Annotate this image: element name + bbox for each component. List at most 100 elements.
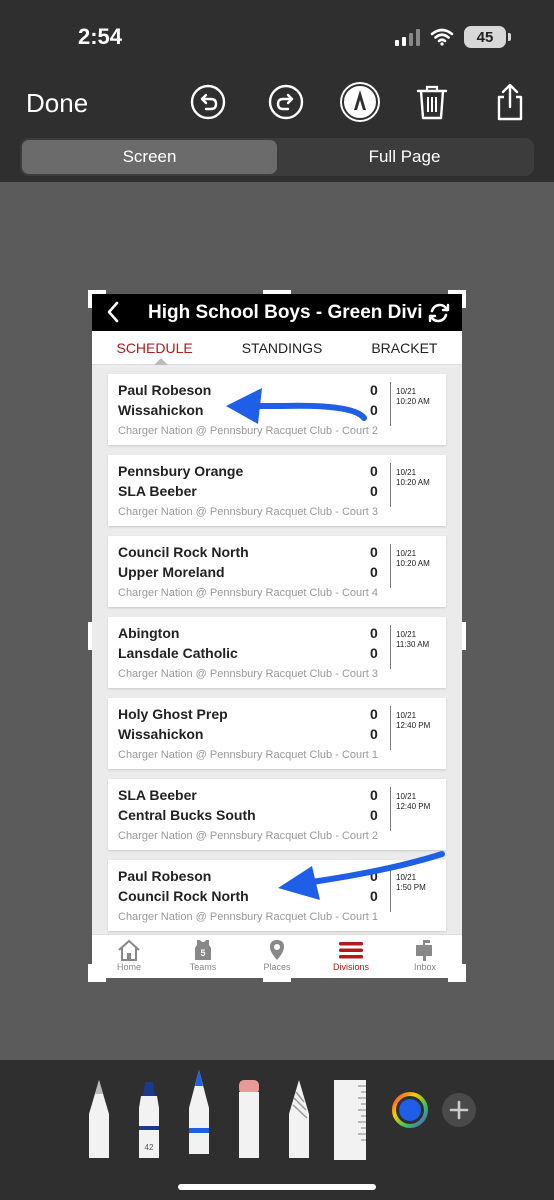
game-card[interactable]: Pennsbury Orange SLA Beeber 0 0 10/21 10:…	[108, 455, 446, 526]
score-2: 0	[370, 402, 378, 418]
home-icon	[118, 939, 140, 961]
app-header: High School Boys - Green Divi	[92, 294, 462, 331]
game-datetime: 10/21 12:40 PM	[396, 792, 430, 812]
done-button[interactable]: Done	[26, 88, 88, 119]
team-1: Holy Ghost Prep	[118, 706, 228, 722]
game-time: 10:20 AM	[396, 397, 430, 406]
game-datetime: 10/21 10:20 AM	[396, 387, 430, 407]
lasso-tool-icon[interactable]	[284, 1078, 314, 1158]
pen-tool-icon[interactable]	[84, 1078, 114, 1158]
score-2: 0	[370, 807, 378, 823]
crop-handle-bottom-right[interactable]	[462, 964, 466, 982]
divider	[390, 868, 391, 912]
bottom-nav: Home 5 Teams Places Divisions Inbox	[92, 934, 462, 978]
eraser-tool-icon[interactable]	[234, 1078, 264, 1158]
game-time: 11:30 AM	[396, 640, 430, 649]
game-datetime: 10/21 10:20 AM	[396, 549, 430, 569]
game-date: 10/21	[396, 792, 417, 801]
nav-label: Teams	[189, 962, 217, 972]
back-chevron-icon[interactable]	[106, 301, 120, 323]
team-2: SLA Beeber	[118, 483, 197, 499]
nav-badge: 5	[200, 948, 205, 958]
game-datetime: 10/21 12:40 PM	[396, 711, 430, 731]
jersey-icon: 5	[195, 940, 211, 960]
capture-mode-segmented-control: Screen Full Page	[20, 138, 534, 176]
tab-schedule[interactable]: SCHEDULE	[116, 340, 192, 356]
pencil-tool-icon[interactable]	[184, 1068, 214, 1154]
crop-handle-right[interactable]	[462, 622, 466, 650]
divider	[390, 463, 391, 507]
game-time: 12:40 PM	[396, 721, 431, 730]
nav-label: Divisions	[332, 962, 369, 972]
marker-tool-icon[interactable]: 42	[134, 1078, 164, 1158]
nav-home[interactable]: Home	[99, 935, 159, 978]
divider	[390, 544, 391, 588]
team-1: Pennsbury Orange	[118, 463, 244, 479]
markup-pen-icon[interactable]	[338, 80, 382, 124]
divider	[390, 787, 391, 831]
nav-divisions[interactable]: Divisions	[321, 935, 381, 978]
game-card[interactable]: Council Rock North Upper Moreland 0 0 10…	[108, 536, 446, 607]
segment-screen[interactable]: Screen	[22, 140, 277, 174]
map-pin-icon	[270, 940, 284, 960]
game-datetime: 10/21 11:30 AM	[396, 630, 429, 650]
game-card[interactable]: Holy Ghost Prep Wissahickon 0 0 10/21 12:…	[108, 698, 446, 769]
game-date: 10/21	[396, 630, 417, 639]
game-date: 10/21	[396, 711, 417, 720]
nav-places[interactable]: Places	[247, 935, 307, 978]
crop-handle-left[interactable]	[88, 622, 92, 650]
share-icon[interactable]	[490, 82, 530, 122]
segment-full-page[interactable]: Full Page	[277, 140, 532, 174]
crop-handle-top[interactable]	[263, 290, 291, 294]
divider	[390, 382, 391, 426]
refresh-icon[interactable]	[428, 302, 450, 324]
nav-inbox[interactable]: Inbox	[395, 935, 455, 978]
menu-icon	[339, 942, 363, 959]
markup-tool-tray: 42	[0, 1060, 554, 1200]
score-1: 0	[370, 706, 378, 722]
nav-label: Places	[263, 962, 291, 972]
tab-standings[interactable]: STANDINGS	[242, 340, 323, 356]
crop-handle-top-right[interactable]	[462, 290, 466, 308]
undo-icon[interactable]	[188, 82, 228, 122]
score-2: 0	[370, 483, 378, 499]
game-date: 10/21	[396, 549, 417, 558]
game-list: Paul Robeson Wissahickon 0 0 10/21 10:20 …	[92, 365, 462, 931]
game-venue: Charger Nation @ Pennsbury Racquet Club …	[118, 749, 379, 761]
tab-bracket[interactable]: BRACKET	[371, 340, 437, 356]
team-2: Central Bucks South	[118, 807, 256, 823]
nav-label: Inbox	[413, 962, 437, 972]
trash-icon[interactable]	[412, 82, 452, 122]
ruler-tool-icon[interactable]	[332, 1080, 366, 1160]
redo-icon[interactable]	[266, 82, 306, 122]
score-1: 0	[370, 544, 378, 560]
score-1: 0	[370, 868, 378, 884]
game-date: 10/21	[396, 468, 417, 477]
game-venue: Charger Nation @ Pennsbury Racquet Club …	[118, 587, 379, 599]
home-indicator	[178, 1184, 376, 1190]
crop-handle-top-left[interactable]	[88, 290, 92, 308]
team-1: Paul Robeson	[118, 868, 212, 884]
mailbox-icon	[416, 940, 432, 961]
game-venue: Charger Nation @ Pennsbury Racquet Club …	[118, 425, 379, 437]
game-venue: Charger Nation @ Pennsbury Racquet Club …	[118, 506, 379, 518]
color-picker-icon[interactable]	[392, 1092, 428, 1128]
add-tool-icon[interactable]	[441, 1092, 477, 1128]
game-date: 10/21	[396, 873, 417, 882]
wifi-icon	[430, 28, 454, 46]
game-card[interactable]: SLA Beeber Central Bucks South 0 0 10/21…	[108, 779, 446, 850]
game-card[interactable]: Paul Robeson Council Rock North 0 0 10/2…	[108, 860, 446, 931]
crop-handle-bottom[interactable]	[263, 978, 291, 982]
marker-number: 42	[145, 1143, 154, 1152]
game-card[interactable]: Paul Robeson Wissahickon 0 0 10/21 10:20 …	[108, 374, 446, 445]
game-datetime: 10/21 10:20 AM	[396, 468, 430, 488]
team-1: Abington	[118, 625, 180, 641]
game-venue: Charger Nation @ Pennsbury Racquet Club …	[118, 830, 379, 842]
nav-label: Home	[116, 962, 141, 972]
nav-teams[interactable]: 5 Teams	[173, 935, 233, 978]
crop-handle-bottom-left[interactable]	[88, 964, 92, 982]
game-time: 1:50 PM	[396, 883, 426, 892]
game-card[interactable]: Abington Lansdale Catholic 0 0 10/21 11:3…	[108, 617, 446, 688]
score-1: 0	[370, 625, 378, 641]
game-time: 12:40 PM	[396, 802, 431, 811]
